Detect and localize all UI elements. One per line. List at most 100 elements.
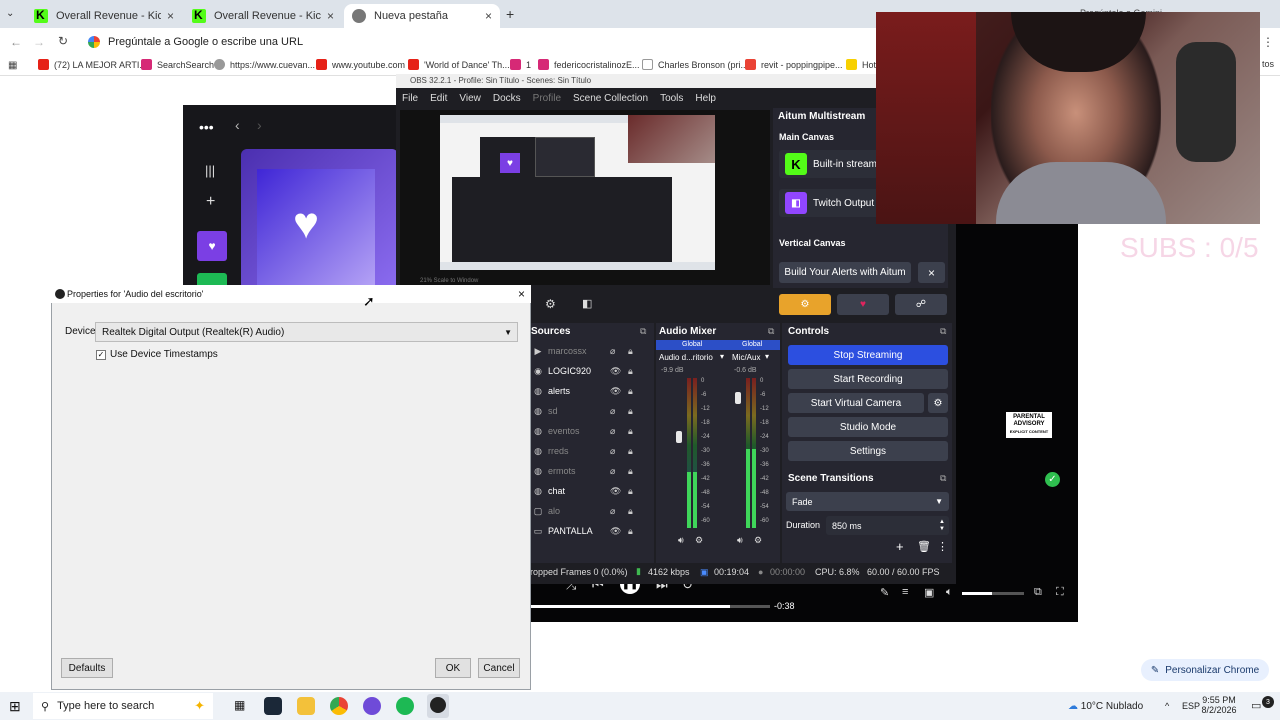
source-row[interactable]: ◍ eventos ⌀ 🔒︎	[532, 421, 650, 441]
timestamps-checkbox[interactable]: ✓	[96, 349, 106, 360]
chrome-tab-3[interactable]: Nueva pestaña ×	[344, 4, 500, 28]
source-row[interactable]: ◍ alerts 👁︎ 🔒︎	[532, 381, 650, 401]
eye-hidden-icon[interactable]: ⌀	[610, 506, 615, 517]
source-row[interactable]: ◉ LOGIC920 👁︎ 🔒︎	[532, 361, 650, 381]
eye-hidden-icon[interactable]: ⌀	[610, 426, 615, 437]
duration-input[interactable]: 850 ms ▲ ▼	[826, 516, 949, 535]
eye-icon[interactable]: 👁︎	[610, 386, 621, 397]
aitum-discord-button[interactable]: ☍	[895, 294, 947, 315]
tab-search-chevron-icon[interactable]: ⌄	[6, 8, 14, 19]
obs-taskbar-button[interactable]	[427, 694, 449, 718]
tray-chevron-icon[interactable]: ^	[1165, 701, 1169, 711]
lock-icon[interactable]: 🔒︎	[628, 486, 633, 497]
liked-songs-icon[interactable]: ♥	[197, 231, 227, 261]
build-alerts-button[interactable]: Build Your Alerts with Aitum	[779, 262, 911, 283]
menu-help[interactable]: Help	[689, 93, 722, 104]
menu-tools[interactable]: Tools	[654, 93, 689, 104]
volume-track[interactable]	[992, 592, 1024, 595]
spotify-icon[interactable]	[396, 697, 414, 715]
bookmark-10[interactable]: Hot	[846, 59, 876, 70]
menu-scene-collection[interactable]: Scene Collection	[567, 93, 654, 104]
eye-hidden-icon[interactable]: ⌀	[610, 406, 615, 417]
aitum-settings-button[interactable]: ⚙	[779, 294, 831, 315]
start-recording-button[interactable]: Start Recording	[788, 369, 948, 389]
defaults-button[interactable]: Defaults	[61, 658, 113, 678]
bookmark-4[interactable]: www.youtube.com	[316, 59, 405, 70]
dock-undock-icon[interactable]: ⧉	[640, 326, 646, 337]
cancel-button[interactable]: Cancel	[478, 658, 520, 678]
bookmark-9[interactable]: revit - poppingpipe...	[745, 59, 843, 70]
menu-view[interactable]: View	[453, 93, 487, 104]
aitum-donate-button[interactable]: ♥	[837, 294, 889, 315]
scene-settings-gear-icon[interactable]: ⚙	[545, 297, 556, 311]
use-device-timestamps[interactable]: ✓ Use Device Timestamps	[96, 349, 218, 360]
task-view-icon[interactable]: ▦	[234, 698, 245, 712]
stop-streaming-button[interactable]: Stop Streaming	[788, 345, 948, 365]
steam-icon[interactable]	[264, 697, 282, 715]
personalize-chrome-button[interactable]: ✎ Personalizar Chrome	[1141, 659, 1269, 681]
eye-icon[interactable]: 👁︎	[610, 486, 621, 497]
tab-close-icon[interactable]: ×	[485, 9, 492, 23]
windows-start-icon[interactable]: ⊞	[9, 698, 21, 715]
transition-select[interactable]: Fade ▼	[786, 492, 949, 511]
bookmark-5[interactable]: 'World of Dance' Th...	[408, 59, 510, 70]
device-select[interactable]: Realtek Digital Output (Realtek(R) Audio…	[95, 322, 518, 342]
mixer-channel-menu-icon[interactable]: ▾	[720, 352, 724, 361]
library-icon[interactable]: |||	[205, 163, 215, 178]
sidebar-toggle-icon[interactable]: ◧	[582, 297, 592, 310]
new-tab-button[interactable]: +	[506, 6, 514, 22]
chrome-icon[interactable]	[330, 697, 348, 715]
chevron-right-icon[interactable]: ›	[257, 117, 262, 133]
source-row[interactable]: ◍ chat 👁︎ 🔒︎	[532, 481, 650, 501]
more-dots-icon[interactable]: •••	[199, 119, 214, 135]
tray-clock[interactable]: 9:55 PM 8/2/2026	[1200, 695, 1238, 715]
bookmark-7[interactable]: federicocristalinozE...	[538, 59, 640, 70]
dialog-close-icon[interactable]: ×	[518, 287, 525, 301]
tab-close-icon[interactable]: ×	[327, 9, 334, 23]
back-icon[interactable]: ←	[10, 35, 22, 49]
source-row[interactable]: ▢ alo ⌀ 🔒︎	[532, 501, 650, 521]
weather-widget[interactable]: ☁ 10°C Nublado	[1068, 701, 1143, 712]
alerts-close-button[interactable]: ×	[918, 262, 945, 283]
source-row[interactable]: ◍ rreds ⌀ 🔒︎	[532, 441, 650, 461]
eye-hidden-icon[interactable]: ⌀	[610, 466, 615, 477]
chrome-tab-2[interactable]: Overall Revenue - Kick Dashbo ×	[184, 4, 342, 28]
volume-icon[interactable]: 🔈︎	[946, 586, 953, 599]
lock-icon[interactable]: 🔒︎	[628, 346, 633, 357]
miniplayer-icon[interactable]: ⧉	[1034, 586, 1042, 599]
source-row[interactable]: ◍ ermots ⌀ 🔒︎	[532, 461, 650, 481]
dock-undock-icon[interactable]: ⧉	[940, 473, 946, 484]
ok-button[interactable]: OK	[435, 658, 471, 678]
lyrics-icon[interactable]: ✎	[880, 586, 889, 599]
obs-preview-canvas[interactable]: ♥	[440, 115, 715, 270]
mixer-settings-icon[interactable]: ⚙	[754, 535, 762, 546]
twitch-output[interactable]: ◧ Twitch Output	[779, 189, 879, 217]
menu-file[interactable]: File	[396, 93, 424, 104]
eye-icon[interactable]: 👁︎	[610, 366, 621, 377]
lock-icon[interactable]: 🔒︎	[628, 406, 633, 417]
bookmark-3[interactable]: https://www.cuevan...	[214, 59, 315, 70]
menu-docks[interactable]: Docks	[487, 93, 527, 104]
forward-icon[interactable]: →	[33, 35, 45, 49]
transition-menu-icon[interactable]: ⋮	[937, 540, 948, 553]
playback-progress-fill[interactable]	[530, 605, 730, 608]
source-row[interactable]: ▭ PANTALLA 👁︎ 🔒︎	[532, 521, 650, 541]
speaker-icon[interactable]: 🔊︎	[678, 535, 684, 546]
lock-icon[interactable]: 🔒︎	[628, 426, 633, 437]
lock-icon[interactable]: 🔒︎	[628, 506, 633, 517]
builtin-stream-output[interactable]: K Built-in stream	[779, 150, 879, 178]
notification-icon[interactable]: ▭	[1251, 699, 1261, 712]
file-explorer-icon[interactable]	[297, 697, 315, 715]
source-row[interactable]: ◍ sd ⌀ 🔒︎	[532, 401, 650, 421]
dock-undock-icon[interactable]: ⧉	[768, 326, 774, 337]
add-transition-icon[interactable]: +	[896, 539, 904, 554]
mixer-settings-icon[interactable]: ⚙	[695, 535, 703, 546]
virtual-camera-settings-button[interactable]: ⚙	[928, 393, 948, 413]
speaker-icon[interactable]: 🔊︎	[737, 535, 743, 546]
chrome-tab-1[interactable]: Overall Revenue - Kick Dashbo ×	[26, 4, 182, 28]
taskbar-search[interactable]: ⚲ Type here to search ✦	[33, 693, 213, 719]
start-virtual-camera-button[interactable]: Start Virtual Camera	[788, 393, 924, 413]
volume-fill[interactable]	[962, 592, 992, 595]
lock-icon[interactable]: 🔒︎	[628, 386, 633, 397]
app-icon[interactable]	[363, 697, 381, 715]
